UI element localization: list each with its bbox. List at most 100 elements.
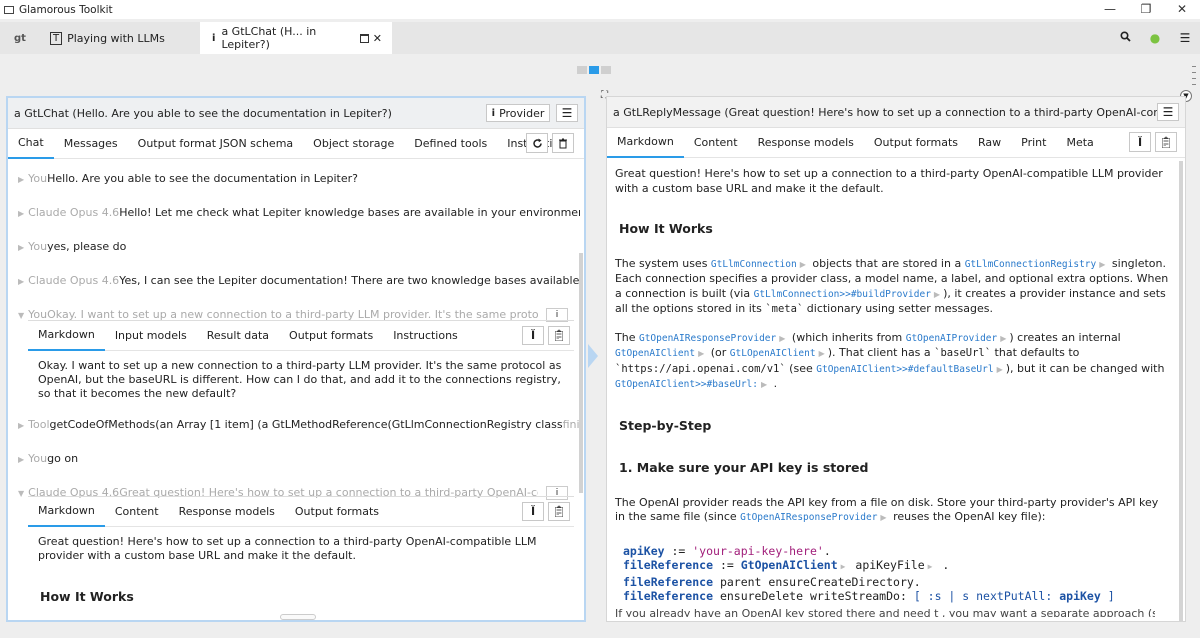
tab-input-models[interactable]: Input models — [105, 322, 197, 350]
expand-triangle-icon[interactable]: ▶ — [18, 277, 24, 286]
tab-raw[interactable]: Ra — [582, 129, 592, 158]
code-link[interactable]: GtOpenAIClient>>#defaultBaseUrl — [816, 364, 993, 375]
hamburger-menu-icon[interactable]: ☰ — [1170, 31, 1200, 45]
paragraph: The GtOpenAIResponseProvider ▶ (which inh… — [615, 331, 1171, 393]
chat-message[interactable]: ▶ Claude Opus 4.6Yes, I can see the Lepit… — [18, 274, 580, 287]
tab-result-data[interactable]: Result data — [197, 322, 279, 350]
tab-meta[interactable]: Meta — [1056, 128, 1103, 157]
restore-button[interactable]: ❐ — [1128, 0, 1164, 19]
tab-output-formats[interactable]: Output formats — [864, 128, 968, 157]
inspect-button[interactable]: Ĭ — [1129, 132, 1151, 152]
expand-triangle-icon[interactable]: ▶ — [18, 243, 24, 252]
minimize-button[interactable]: — — [1092, 0, 1128, 19]
menu-button[interactable]: ☰ — [556, 104, 578, 122]
tab-chat[interactable]: Chat — [8, 128, 54, 159]
chat-message[interactable]: ▶ Youyes, please do — [18, 240, 126, 253]
close-window-button[interactable]: ✕ — [1164, 0, 1200, 19]
tab-output-formats[interactable]: Output formats — [279, 322, 383, 350]
chat-message[interactable]: ▶ YouHello. Are you able to see the docum… — [18, 172, 358, 185]
pager-dot-active[interactable] — [589, 66, 599, 74]
tab-response-models[interactable]: Response models — [748, 128, 864, 157]
expand-triangle-icon[interactable]: ▶ — [18, 209, 24, 218]
copy-button[interactable]: 📋︎ — [548, 502, 570, 521]
expand-triangle-icon[interactable]: ▶ — [18, 455, 24, 464]
copy-button[interactable]: 📋︎ — [1155, 132, 1177, 152]
expand-icon[interactable]: ▶ — [841, 562, 846, 571]
tab-markdown[interactable]: Markdown — [28, 497, 105, 527]
message-author: Tool — [28, 418, 50, 431]
chat-message[interactable]: ▶ Claude Opus 4.6Hello! Let me check what… — [18, 206, 580, 219]
outer-scrollbar[interactable] — [1188, 66, 1200, 638]
expand-icon[interactable]: ▶ — [1000, 334, 1006, 343]
expand-icon[interactable]: ▶ — [934, 290, 940, 299]
resize-handle[interactable] — [280, 614, 316, 620]
tab-gtlchat[interactable]: i a GtLChat (H... in Lepiter?) ✕ — [200, 22, 392, 54]
expand-icon[interactable]: ▶ — [880, 513, 886, 522]
code-token: fileReference — [623, 558, 714, 572]
code-block[interactable]: apiKey := 'your-api-key-here'. fileRefer… — [623, 544, 1171, 604]
chat-message-tool[interactable]: ▶ ToolgetCodeOfMethods(an Array [1 item] … — [18, 418, 580, 431]
code-link[interactable]: GtOpenAIClient — [615, 348, 695, 359]
expand-icon[interactable]: ▶ — [928, 562, 933, 571]
provider-label: Provider — [499, 106, 545, 120]
copy-button[interactable]: 📋︎ — [548, 326, 570, 345]
gt-logo[interactable]: gt — [0, 22, 40, 54]
tab-raw[interactable]: Raw — [968, 128, 1011, 157]
tab-content[interactable]: Content — [684, 128, 748, 157]
tab-output-formats[interactable]: Output formats — [285, 498, 389, 526]
tab-markdown[interactable]: Markdown — [28, 321, 105, 351]
expand-icon[interactable]: ▶ — [800, 260, 806, 269]
tab-messages[interactable]: Messages — [54, 129, 128, 158]
expand-icon[interactable]: ▶ — [761, 380, 767, 389]
expand-triangle-icon[interactable]: ▶ — [18, 421, 24, 430]
message-text: getCodeOfMethods(an Array [1 item] (a Gt… — [49, 418, 563, 431]
chat-scrollbar[interactable] — [579, 253, 583, 493]
expand-icon[interactable]: ▶ — [819, 349, 825, 358]
expand-icon[interactable]: ▶ — [1099, 260, 1105, 269]
code-link[interactable]: GtOpenAIClient>>#baseUrl: — [615, 379, 758, 390]
search-icon[interactable] — [1110, 31, 1140, 45]
code-link[interactable]: GtLlmConnection>>#buildProvider — [754, 289, 931, 300]
pager-indicator[interactable] — [577, 66, 611, 74]
code-token: ] — [1100, 589, 1115, 603]
markdown-heading: How It Works — [40, 589, 134, 604]
tab-playing-with-llms[interactable]: T Playing with LLMs — [40, 22, 200, 54]
tab-response-models[interactable]: Response models — [169, 498, 285, 526]
code-link[interactable]: GtLlmConnectionRegistry — [965, 259, 1097, 270]
expand-icon[interactable]: ▶ — [997, 365, 1003, 374]
tab-output-format[interactable]: Output format JSON schema — [128, 129, 304, 158]
collapse-triangle-icon[interactable]: ▼ — [18, 311, 24, 320]
tab-instructions[interactable]: Instructions — [383, 322, 468, 350]
menu-button[interactable]: ☰ — [1157, 103, 1179, 121]
pager-dot[interactable] — [577, 66, 587, 74]
tab-defined-tools[interactable]: Defined tools — [404, 129, 497, 158]
expand-icon[interactable]: ▶ — [779, 334, 785, 343]
message-author: Claude Opus 4.6 — [28, 274, 120, 287]
inspect-button[interactable]: Ĭ — [522, 502, 544, 521]
expand-icon[interactable]: ▶ — [698, 349, 704, 358]
heading-step-by-step: Step-by-Step — [619, 417, 712, 433]
text: . — [770, 377, 778, 390]
reply-scrollbar[interactable] — [1179, 161, 1183, 621]
collapse-triangle-icon[interactable]: ▼ — [18, 489, 24, 498]
close-tab-icon[interactable]: ✕ — [373, 32, 382, 45]
expand-triangle-icon[interactable]: ▶ — [18, 175, 24, 184]
pager-dot[interactable] — [601, 66, 611, 74]
code-link[interactable]: GtOpenAIResponseProvider — [740, 512, 877, 523]
delete-button[interactable] — [552, 133, 574, 153]
code-link[interactable]: GtLOpenAIClient — [730, 348, 816, 359]
tab-markdown[interactable]: Markdown — [607, 127, 684, 158]
window-box-icon[interactable] — [359, 33, 369, 43]
inspect-button[interactable]: Ĭ — [522, 326, 544, 345]
tab-content[interactable]: Content — [105, 498, 169, 526]
code-link[interactable]: GtOpenAIProvider — [906, 333, 998, 344]
code-link[interactable]: GtOpenAIResponseProvider — [639, 333, 776, 344]
info-icon: i — [212, 32, 216, 44]
chat-message[interactable]: ▶ Yougo on — [18, 452, 78, 465]
provider-button[interactable]: i Provider — [486, 104, 550, 122]
tab-object-storage[interactable]: Object storage — [303, 129, 404, 158]
code-link[interactable]: GtLlmConnection — [711, 259, 797, 270]
tab-print[interactable]: Print — [1011, 128, 1056, 157]
text: reuses the OpenAI key file): — [889, 510, 1046, 523]
refresh-button[interactable] — [526, 133, 548, 153]
